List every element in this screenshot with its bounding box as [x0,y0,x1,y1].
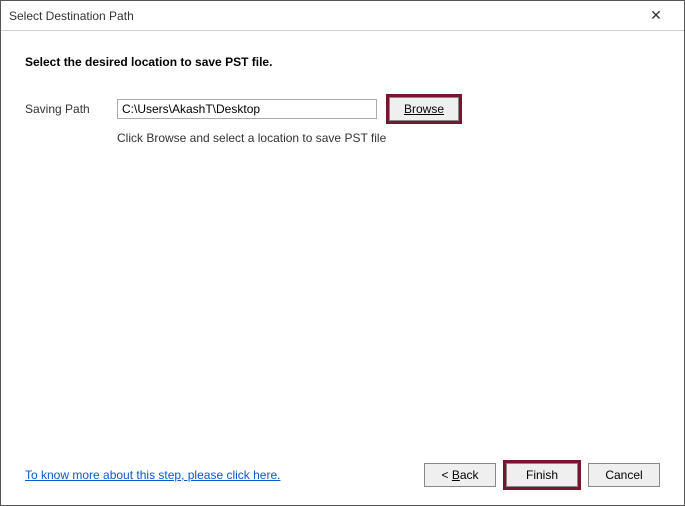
saving-path-label: Saving Path [25,102,105,116]
finish-button[interactable]: Finish [506,463,578,487]
close-button[interactable]: ✕ [636,2,676,30]
window-title: Select Destination Path [9,9,636,23]
footer-buttons: < Back Finish Cancel [424,463,660,487]
content-area: Select the desired location to save PST … [1,31,684,455]
titlebar: Select Destination Path ✕ [1,1,684,31]
help-link[interactable]: To know more about this step, please cli… [25,468,280,482]
footer: To know more about this step, please cli… [1,455,684,505]
dialog-window: Select Destination Path ✕ Select the des… [0,0,685,506]
close-icon: ✕ [650,7,662,24]
cancel-button[interactable]: Cancel [588,463,660,487]
hint-text: Click Browse and select a location to sa… [117,131,660,145]
saving-path-row: Saving Path Browse [25,97,660,121]
instruction-text: Select the desired location to save PST … [25,55,660,69]
saving-path-input[interactable] [117,99,377,119]
browse-button[interactable]: Browse [389,97,459,121]
back-button[interactable]: < Back [424,463,496,487]
